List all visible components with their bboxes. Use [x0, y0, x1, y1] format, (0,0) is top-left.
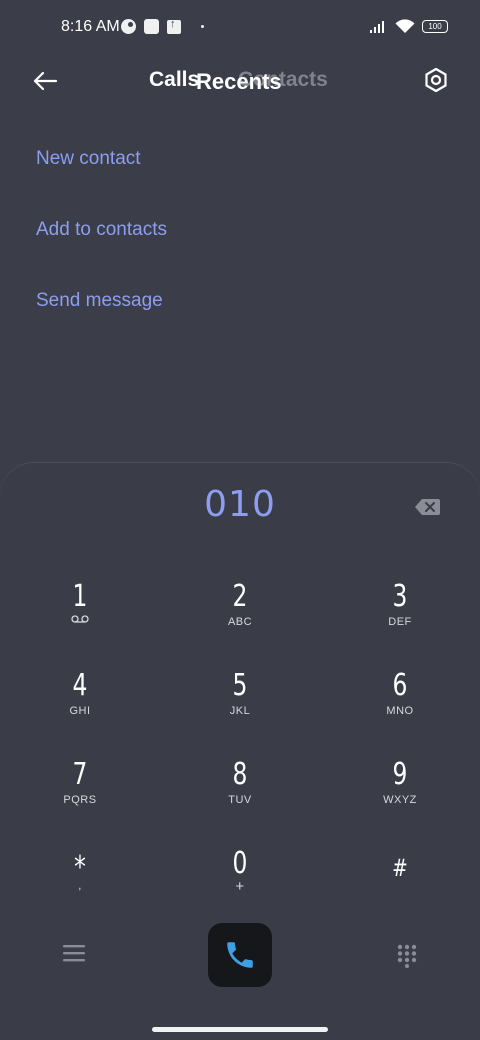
- key-digit: 5: [232, 668, 248, 703]
- signal-icon: [370, 21, 384, 33]
- key-star[interactable]: * ,: [30, 850, 130, 893]
- dialed-number: 010: [204, 484, 276, 525]
- app-notification-icon: [144, 19, 159, 34]
- home-indicator[interactable]: [152, 1027, 328, 1032]
- key-letters: DEF: [388, 616, 412, 628]
- key-8[interactable]: 8 TUV: [190, 757, 290, 807]
- key-digit: 9: [392, 757, 408, 792]
- app-notification-icon: [121, 19, 136, 34]
- key-letters: ABC: [227, 616, 253, 628]
- keypad-icon[interactable]: [397, 944, 417, 968]
- key-0[interactable]: 0 +: [190, 846, 290, 896]
- key-digit: 4: [72, 668, 88, 703]
- key-letters: MNO: [386, 705, 414, 717]
- voicemail-icon: [71, 615, 89, 623]
- key-2[interactable]: 2 ABC: [190, 579, 290, 629]
- backspace-icon[interactable]: [414, 498, 440, 516]
- key-digit: 1: [72, 579, 88, 614]
- key-4[interactable]: 4 GHI: [30, 668, 130, 718]
- system-icons: 100: [370, 19, 448, 34]
- add-to-contacts-link[interactable]: Add to contacts: [36, 219, 167, 241]
- tab-recents[interactable]: Recents: [196, 69, 282, 95]
- status-time: 8:16 AM: [61, 18, 120, 35]
- key-letters: JKL: [229, 705, 251, 717]
- key-letters: PQRS: [63, 794, 97, 806]
- key-3[interactable]: 3 DEF: [350, 579, 450, 629]
- wifi-icon: [395, 19, 415, 33]
- key-digit: 2: [232, 579, 248, 614]
- key-digit: 6: [392, 668, 408, 703]
- phone-icon: [227, 942, 253, 968]
- settings-icon[interactable]: [422, 66, 450, 94]
- status-bar: 8:16 AM 100: [0, 0, 480, 56]
- upload-icon: [167, 18, 181, 34]
- key-letters: TUV: [228, 794, 252, 806]
- battery-icon: 100: [422, 20, 448, 33]
- key-1[interactable]: 1: [30, 581, 130, 623]
- call-button[interactable]: [208, 923, 272, 987]
- key-digit: #: [392, 854, 408, 882]
- key-5[interactable]: 5 JKL: [190, 668, 290, 718]
- key-digit: *: [74, 850, 86, 885]
- send-message-link[interactable]: Send message: [36, 290, 163, 312]
- key-hash[interactable]: #: [350, 852, 450, 884]
- key-9[interactable]: 9 WXYZ: [350, 757, 450, 807]
- back-arrow-icon[interactable]: [30, 66, 60, 96]
- key-letters: GHI: [69, 705, 91, 717]
- new-contact-link[interactable]: New contact: [36, 148, 141, 170]
- more-notifications-icon: [201, 25, 204, 28]
- key-digit: 0: [232, 846, 248, 881]
- key-digit: 3: [392, 579, 408, 614]
- key-7[interactable]: 7 PQRS: [30, 757, 130, 807]
- tab-calls[interactable]: Calls: [149, 68, 199, 92]
- menu-icon[interactable]: [63, 944, 85, 962]
- key-letters: WXYZ: [383, 794, 417, 806]
- key-digit: 8: [232, 757, 248, 792]
- key-6[interactable]: 6 MNO: [350, 668, 450, 718]
- key-digit: 7: [72, 757, 88, 792]
- notification-icons: [121, 18, 204, 34]
- header: Calls Contacts Recents: [0, 56, 480, 106]
